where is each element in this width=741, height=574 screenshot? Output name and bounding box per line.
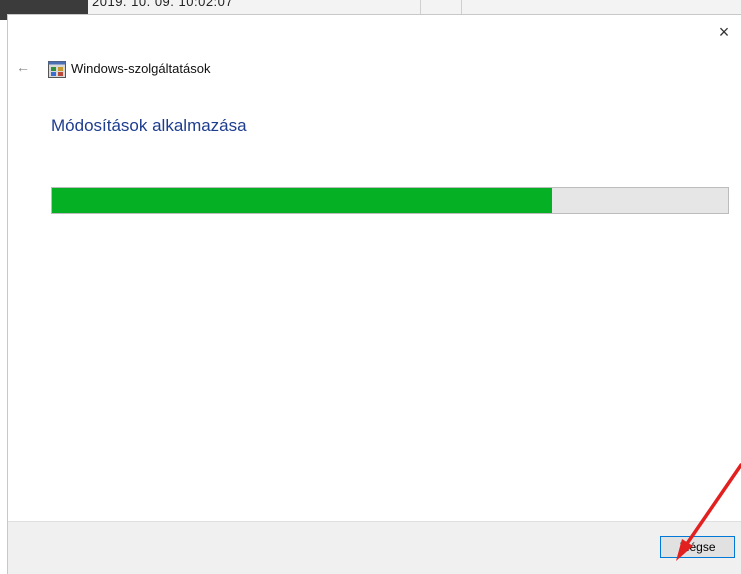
back-arrow-icon[interactable]: ← xyxy=(16,59,30,75)
window-title: Windows-szolgáltatások xyxy=(71,61,211,76)
progress-fill xyxy=(52,188,553,213)
cancel-button[interactable]: Mégse xyxy=(660,536,735,558)
dialog-footer: Mégse xyxy=(8,521,741,574)
windows-features-icon xyxy=(48,61,66,78)
progress-bar xyxy=(51,187,729,214)
page-heading: Módosítások alkalmazása xyxy=(51,116,247,135)
close-button[interactable]: × xyxy=(713,21,735,43)
background-partial-text: 2019. 10. 09. 10:02:07 xyxy=(92,0,234,9)
windows-features-dialog: × ← Windows-szolgáltatások Módosítások a… xyxy=(7,14,741,574)
